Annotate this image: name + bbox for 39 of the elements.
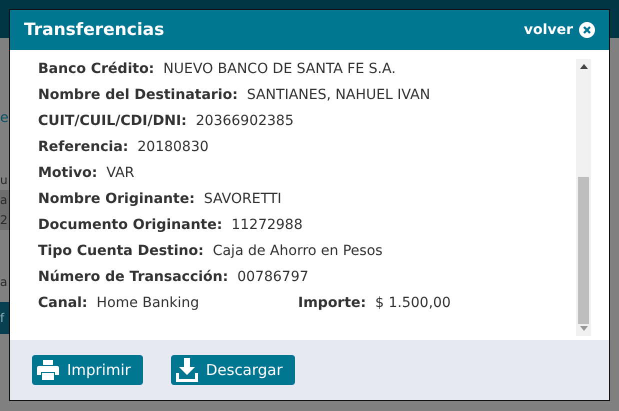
- field-value: 20180830: [137, 139, 209, 155]
- field-value: $ 1.500,00: [375, 295, 451, 311]
- field-label: Nombre Originante:: [38, 191, 195, 207]
- field-value: SANTIANES, NAHUEL IVAN: [246, 87, 430, 103]
- background-text: 2: [0, 210, 9, 230]
- scroll-up-icon: [580, 64, 588, 69]
- scroll-thumb[interactable]: [578, 177, 589, 324]
- close-button[interactable]: volver: [524, 22, 595, 38]
- field-value: 20366902385: [196, 113, 294, 129]
- field-value: 00786797: [237, 269, 309, 285]
- field-label: Importe:: [298, 295, 366, 311]
- scroll-down-icon: [580, 326, 588, 331]
- field-label: Documento Originante:: [38, 217, 222, 233]
- dialog-title: Transferencias: [24, 20, 164, 40]
- background-text: a: [0, 190, 9, 210]
- field-label: CUIT/CUIL/CDI/DNI:: [38, 113, 187, 129]
- field-value: NUEVO BANCO DE SANTA FE S.A.: [163, 61, 396, 77]
- field-label: Referencia:: [38, 139, 128, 155]
- download-button[interactable]: Descargar: [170, 355, 295, 385]
- background-text: a: [0, 274, 8, 291]
- background-text: u: [0, 172, 9, 189]
- field-value: Caja de Ahorro en Pesos: [212, 243, 383, 259]
- field-label: Banco Crédito:: [38, 61, 154, 77]
- close-icon: [579, 22, 595, 38]
- field-label: Motivo:: [38, 165, 98, 181]
- download-icon: [176, 358, 198, 382]
- field-label: Tipo Cuenta Destino:: [38, 243, 204, 259]
- background-text: e: [0, 109, 9, 128]
- scrollbar[interactable]: [576, 59, 591, 336]
- field-value: 11272988: [231, 217, 303, 233]
- background-text: f: [0, 302, 9, 334]
- field-label: Número de Transacción:: [38, 269, 228, 285]
- field-value: VAR: [106, 165, 134, 181]
- field-label: Nombre del Destinatario:: [38, 87, 238, 103]
- field-label: Canal:: [38, 295, 88, 311]
- printer-icon: [37, 359, 59, 381]
- field-value: SAVORETTI: [204, 191, 282, 207]
- field-value: Home Banking: [96, 295, 200, 311]
- print-button[interactable]: Imprimir: [32, 355, 143, 385]
